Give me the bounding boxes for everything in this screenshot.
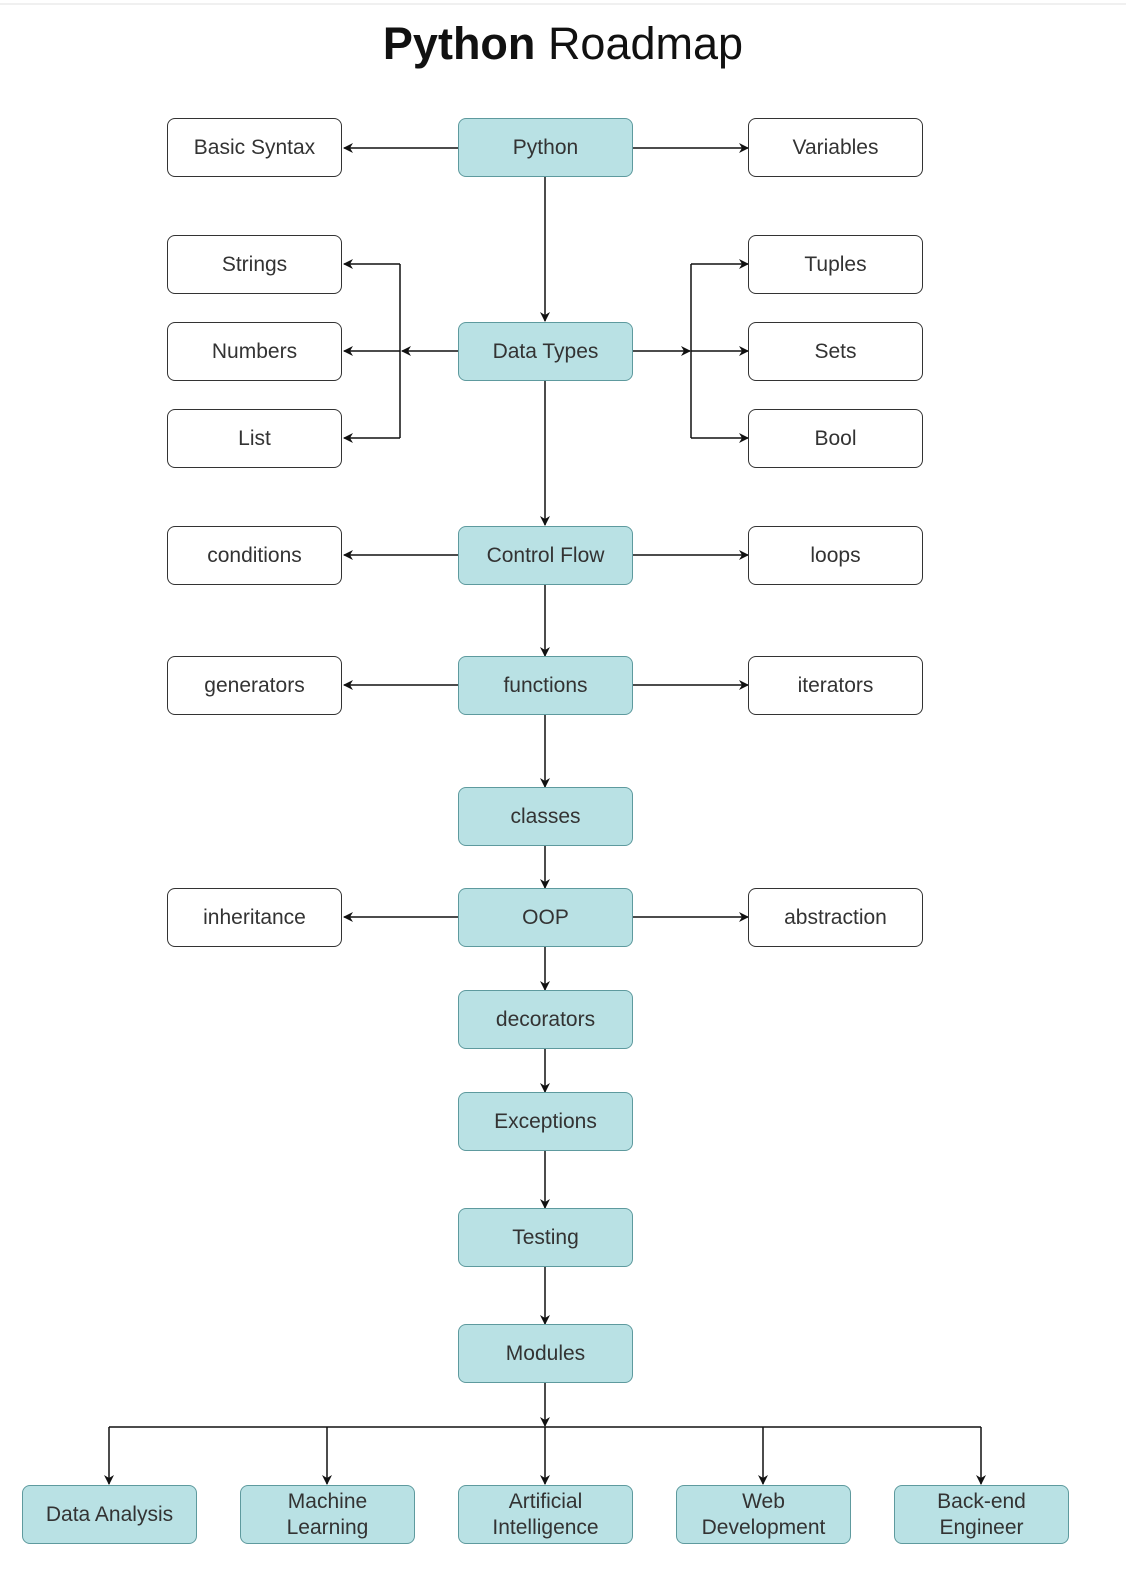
- node-label: Artificial Intelligence: [492, 1489, 599, 1539]
- node-label: functions: [503, 673, 588, 697]
- node-label: Web Development: [701, 1489, 826, 1539]
- node-numbers[interactable]: Numbers: [167, 322, 342, 381]
- node-data-types[interactable]: Data Types: [458, 322, 633, 381]
- node-label: Basic Syntax: [193, 135, 316, 159]
- node-testing[interactable]: Testing: [458, 1208, 633, 1267]
- node-classes[interactable]: classes: [458, 787, 633, 846]
- node-label: Machine Learning: [286, 1489, 369, 1539]
- node-label: Numbers: [211, 339, 298, 363]
- node-label: decorators: [495, 1007, 596, 1031]
- node-label: Python: [512, 135, 579, 159]
- node-tuples[interactable]: Tuples: [748, 235, 923, 294]
- node-label: conditions: [207, 543, 302, 567]
- node-label: classes: [510, 804, 581, 828]
- node-oop[interactable]: OOP: [458, 888, 633, 947]
- node-label: List: [238, 426, 271, 450]
- node-basic-syntax[interactable]: Basic Syntax: [167, 118, 342, 177]
- node-decorators[interactable]: decorators: [458, 990, 633, 1049]
- node-inheritance[interactable]: inheritance: [167, 888, 342, 947]
- node-bool[interactable]: Bool: [748, 409, 923, 468]
- node-modules[interactable]: Modules: [458, 1324, 633, 1383]
- node-python[interactable]: Python: [458, 118, 633, 177]
- node-generators[interactable]: generators: [167, 656, 342, 715]
- node-label: Back-end Engineer: [937, 1489, 1026, 1539]
- node-label: inheritance: [203, 905, 306, 929]
- node-label: Data Analysis: [45, 1502, 174, 1526]
- node-iterators[interactable]: iterators: [748, 656, 923, 715]
- node-label: Modules: [505, 1341, 586, 1365]
- node-strings[interactable]: Strings: [167, 235, 342, 294]
- node-label: Variables: [792, 135, 879, 159]
- node-variables[interactable]: Variables: [748, 118, 923, 177]
- node-sets[interactable]: Sets: [748, 322, 923, 381]
- node-control-flow[interactable]: Control Flow: [458, 526, 633, 585]
- node-conditions[interactable]: conditions: [167, 526, 342, 585]
- node-label: Tuples: [804, 252, 867, 276]
- node-label: Data Types: [492, 339, 599, 363]
- node-abstraction[interactable]: abstraction: [748, 888, 923, 947]
- node-label: Sets: [814, 339, 857, 363]
- node-label: Exceptions: [494, 1109, 597, 1133]
- node-web-development[interactable]: Web Development: [676, 1485, 851, 1544]
- node-list[interactable]: List: [167, 409, 342, 468]
- node-artificial-intelligence[interactable]: Artificial Intelligence: [458, 1485, 633, 1544]
- node-label: abstraction: [784, 905, 887, 929]
- node-backend-engineer[interactable]: Back-end Engineer: [894, 1485, 1069, 1544]
- node-functions[interactable]: functions: [458, 656, 633, 715]
- node-label: Bool: [814, 426, 857, 450]
- node-label: Strings: [221, 252, 288, 276]
- node-loops[interactable]: loops: [748, 526, 923, 585]
- node-exceptions[interactable]: Exceptions: [458, 1092, 633, 1151]
- node-machine-learning[interactable]: Machine Learning: [240, 1485, 415, 1544]
- node-label: OOP: [522, 905, 569, 929]
- node-label: iterators: [797, 673, 874, 697]
- node-label: Control Flow: [486, 543, 605, 567]
- node-data-analysis[interactable]: Data Analysis: [22, 1485, 197, 1544]
- node-label: generators: [204, 673, 305, 697]
- node-label: Testing: [512, 1225, 579, 1249]
- node-label: loops: [810, 543, 861, 567]
